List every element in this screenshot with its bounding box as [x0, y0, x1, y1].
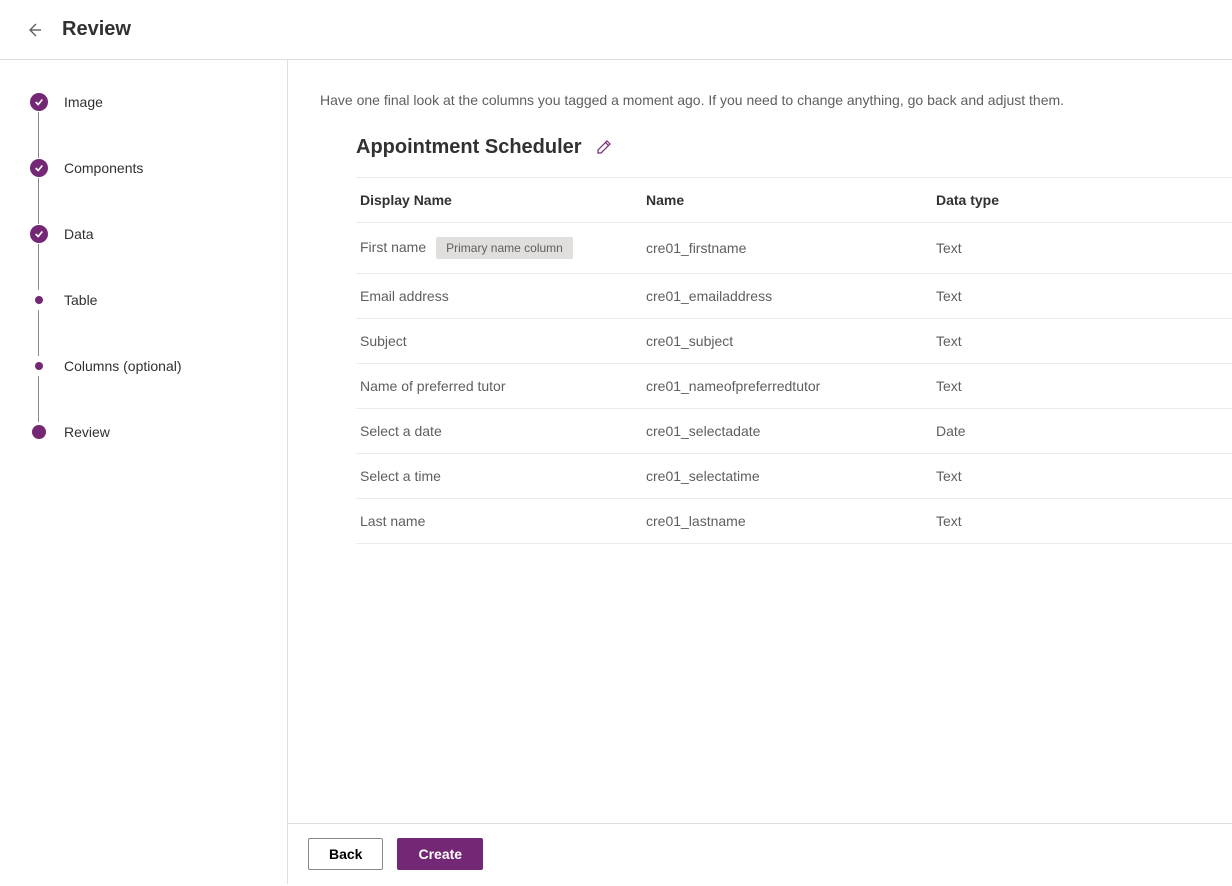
table-row[interactable]: Name of preferred tutorcre01_nameofprefe…: [356, 364, 1232, 409]
step-label: Review: [64, 422, 110, 442]
cell-data-type: Text: [936, 223, 1232, 274]
table-row[interactable]: Select a datecre01_selectadateDate: [356, 409, 1232, 454]
table-row[interactable]: Last namecre01_lastnameText: [356, 499, 1232, 544]
cell-name: cre01_nameofpreferredtutor: [646, 364, 936, 409]
table-row[interactable]: Select a timecre01_selectatimeText: [356, 454, 1232, 499]
step-item[interactable]: Components: [30, 158, 263, 178]
table-row[interactable]: Subjectcre01_subjectText: [356, 319, 1232, 364]
back-button[interactable]: Back: [308, 838, 383, 870]
steps-sidebar: Image Components Data Table Columns (optiona…: [0, 60, 288, 884]
pencil-icon[interactable]: [596, 139, 614, 157]
step-label: Table: [64, 290, 97, 310]
checkmark-icon: [30, 225, 48, 243]
cell-display-name: Select a date: [356, 409, 646, 454]
cell-data-type: Text: [936, 454, 1232, 499]
cell-display-name: Select a time: [356, 454, 646, 499]
content-pane: Have one final look at the columns you t…: [288, 60, 1232, 884]
step-item[interactable]: Image: [30, 92, 263, 112]
col-header-name[interactable]: Name: [646, 178, 936, 223]
cell-name: cre01_selectatime: [646, 454, 936, 499]
step-connector: [38, 376, 39, 422]
step-label: Image: [64, 92, 103, 112]
page-header: Review: [0, 0, 1232, 60]
cell-display-name: Email address: [356, 274, 646, 319]
step-connector: [38, 310, 39, 356]
step-dot-icon: [30, 357, 48, 375]
cell-data-type: Date: [936, 409, 1232, 454]
footer-bar: Back Create: [288, 823, 1232, 884]
columns-table: Display Name Name Data type First namePr…: [356, 177, 1232, 544]
intro-text: Have one final look at the columns you t…: [288, 92, 1232, 136]
cell-name: cre01_subject: [646, 319, 936, 364]
cell-name: cre01_firstname: [646, 223, 936, 274]
checkmark-icon: [30, 159, 48, 177]
primary-name-badge: Primary name column: [436, 237, 573, 259]
step-connector: [38, 112, 39, 158]
step-item[interactable]: Review: [30, 422, 263, 442]
columns-table-wrap: Display Name Name Data type First namePr…: [288, 177, 1232, 544]
col-header-display-name[interactable]: Display Name: [356, 178, 646, 223]
step-connector: [38, 178, 39, 224]
step-label: Data: [64, 224, 94, 244]
cell-data-type: Text: [936, 274, 1232, 319]
cell-data-type: Text: [936, 319, 1232, 364]
col-header-data-type[interactable]: Data type: [936, 178, 1232, 223]
table-header-row: Display Name Name Data type: [356, 178, 1232, 223]
cell-data-type: Text: [936, 364, 1232, 409]
cell-name: cre01_selectadate: [646, 409, 936, 454]
back-arrow-icon[interactable]: [24, 20, 44, 40]
cell-display-name: First namePrimary name column: [356, 223, 646, 274]
step-dot-icon: [30, 291, 48, 309]
page-title: Review: [62, 18, 131, 41]
main-container: Image Components Data Table Columns (optiona…: [0, 60, 1232, 884]
cell-data-type: Text: [936, 499, 1232, 544]
cell-name: cre01_lastname: [646, 499, 936, 544]
section-header: Appointment Scheduler: [288, 136, 1232, 177]
create-button[interactable]: Create: [397, 838, 483, 870]
cell-display-name: Name of preferred tutor: [356, 364, 646, 409]
step-label: Components: [64, 158, 143, 178]
cell-name: cre01_emailaddress: [646, 274, 936, 319]
section-title: Appointment Scheduler: [356, 136, 582, 159]
table-row[interactable]: First namePrimary name columncre01_first…: [356, 223, 1232, 274]
table-row[interactable]: Email addresscre01_emailaddressText: [356, 274, 1232, 319]
step-item[interactable]: Data: [30, 224, 263, 244]
cell-display-name: Subject: [356, 319, 646, 364]
checkmark-icon: [30, 93, 48, 111]
step-dot-icon: [30, 423, 48, 441]
step-item[interactable]: Columns (optional): [30, 356, 263, 376]
step-connector: [38, 244, 39, 290]
step-item[interactable]: Table: [30, 290, 263, 310]
content-body: Have one final look at the columns you t…: [288, 60, 1232, 823]
step-label: Columns (optional): [64, 356, 182, 376]
cell-display-name: Last name: [356, 499, 646, 544]
